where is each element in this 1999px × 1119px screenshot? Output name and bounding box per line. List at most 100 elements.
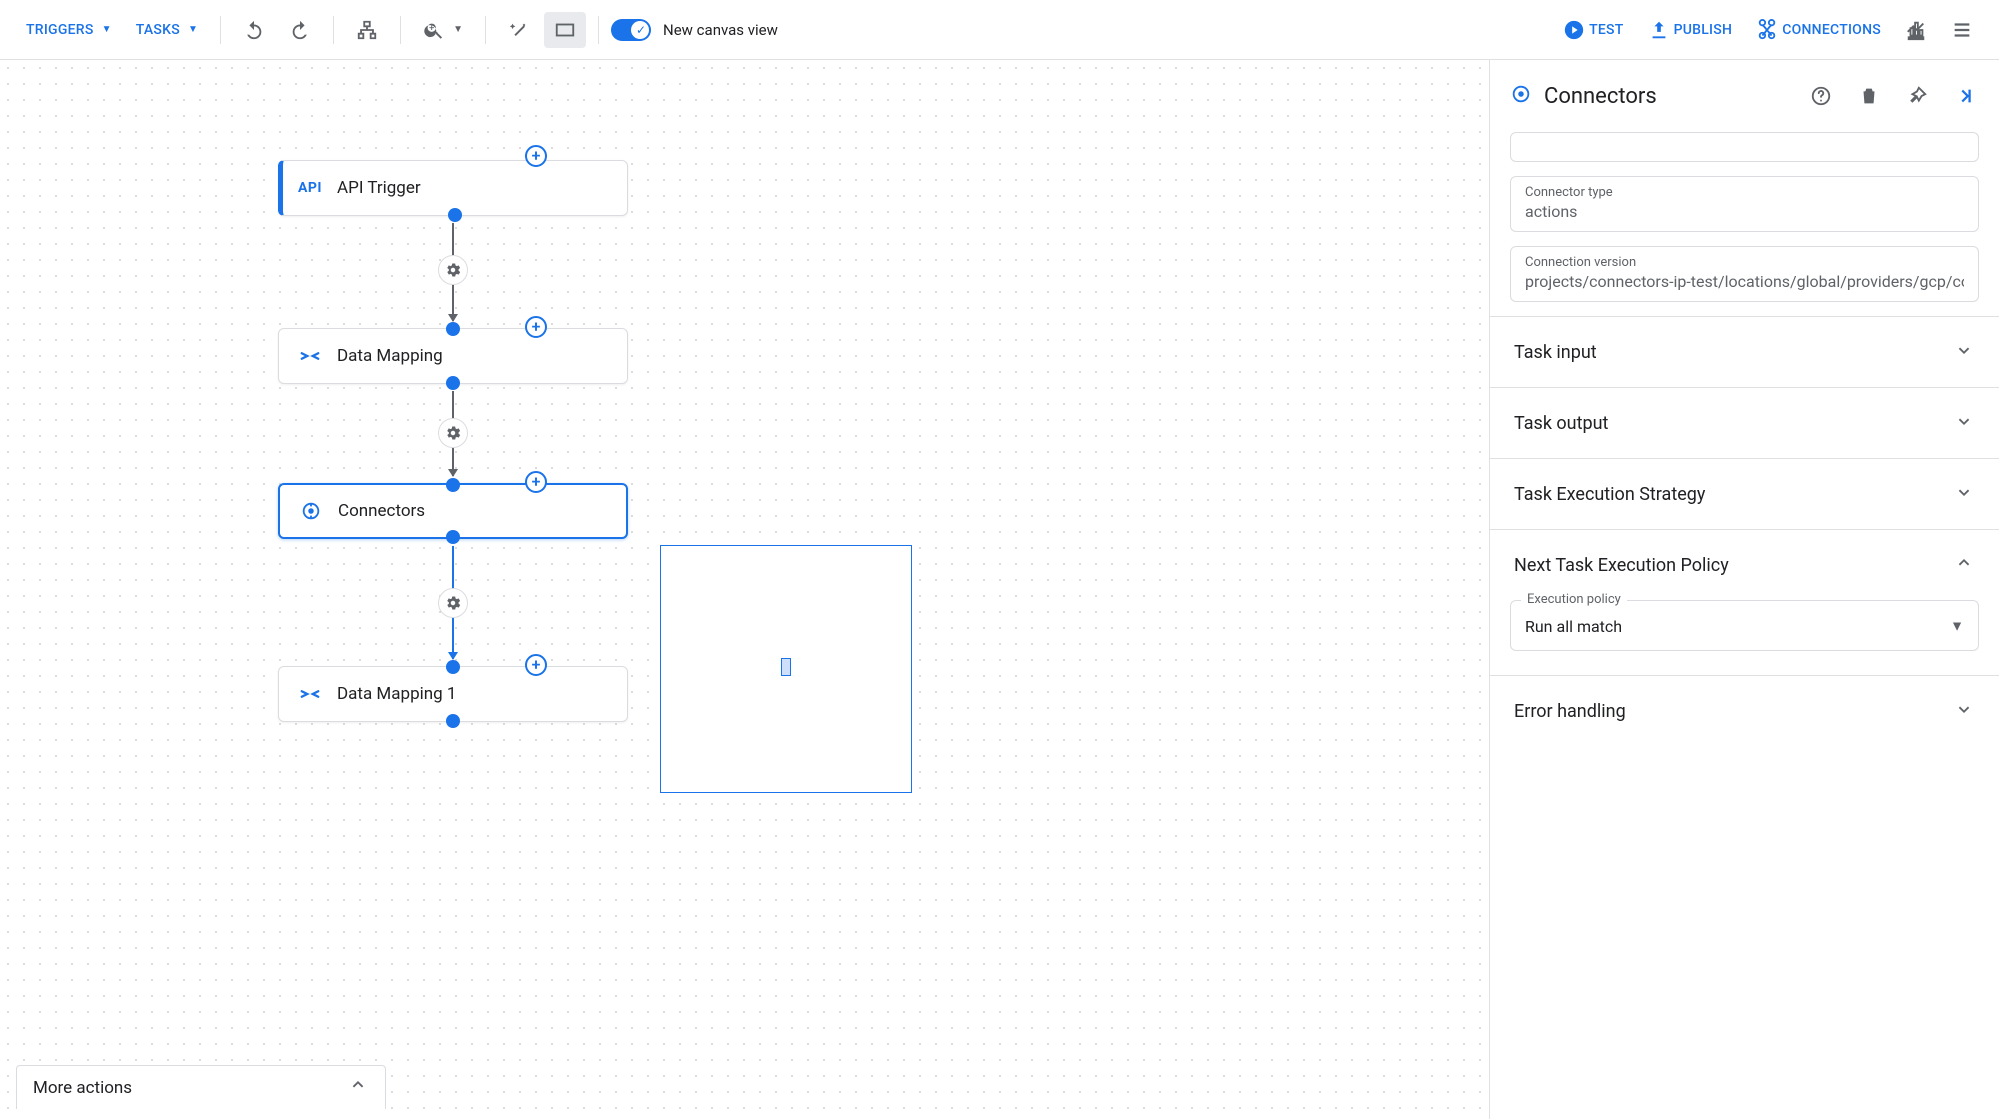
section-title: Error handling (1514, 701, 1626, 722)
section-task-exec-strategy[interactable]: Task Execution Strategy (1510, 459, 1979, 529)
node-label: Data Mapping 1 (337, 684, 456, 704)
field-value: projects/connectors-ip-test/locations/gl… (1525, 272, 1964, 291)
section-error-handling[interactable]: Error handling (1510, 676, 1979, 746)
connector-icon (296, 500, 326, 522)
node-connectors[interactable]: Connectors (278, 483, 628, 539)
play-circle-icon (1563, 19, 1585, 41)
add-node-button[interactable]: + (525, 145, 547, 167)
separator (485, 16, 486, 44)
redo-button[interactable] (279, 12, 321, 48)
test-button[interactable]: TEST (1553, 12, 1633, 48)
port-in[interactable] (446, 660, 460, 674)
mapping-icon (295, 683, 325, 705)
section-task-input[interactable]: Task input (1510, 317, 1979, 387)
check-icon: ✓ (636, 23, 646, 37)
connections-icon (1756, 19, 1778, 41)
chevron-down-icon (1953, 410, 1975, 436)
gear-icon (444, 594, 462, 612)
redo-icon (289, 19, 311, 41)
edge-settings-button[interactable] (438, 418, 468, 448)
test-label: TEST (1589, 22, 1623, 38)
connections-button[interactable]: CONNECTIONS (1746, 12, 1891, 48)
port-out[interactable] (446, 376, 460, 390)
edge-settings-button[interactable] (438, 588, 468, 618)
node-data-mapping-1[interactable]: Data Mapping 1 (278, 666, 628, 722)
canvas[interactable]: API API Trigger + Data Mapping + (0, 60, 1489, 1119)
menu-button[interactable] (1941, 12, 1983, 48)
undo-icon (243, 19, 265, 41)
analytics-button[interactable] (1895, 12, 1937, 48)
new-canvas-label: New canvas view (663, 21, 778, 39)
triggers-dropdown[interactable]: TRIGGERS ▼ (16, 12, 122, 48)
undo-button[interactable] (233, 12, 275, 48)
side-panel-body: Connector type actions Connection versio… (1490, 132, 1999, 766)
new-canvas-toggle[interactable]: ✓ (611, 19, 651, 41)
connector-icon (1510, 83, 1532, 109)
section-title: Task output (1514, 413, 1608, 434)
port-out[interactable] (448, 208, 462, 222)
wand-icon (508, 19, 530, 41)
connection-version-field[interactable]: Connection version projects/connectors-i… (1510, 246, 1979, 302)
field-label: Connector type (1525, 185, 1964, 200)
minimap-viewport (781, 658, 791, 676)
separator (220, 16, 221, 44)
chart-icon (1905, 19, 1927, 41)
zoom-icon (423, 19, 445, 41)
toolbar: TRIGGERS ▼ TASKS ▼ ▼ ✓ New canvas view T… (0, 0, 1999, 60)
collapse-button[interactable] (1947, 78, 1983, 114)
publish-button[interactable]: PUBLISH (1638, 12, 1743, 48)
edge-settings-button[interactable] (438, 255, 468, 285)
tasks-label: TASKS (136, 22, 180, 38)
wand-button[interactable] (498, 12, 540, 48)
minimap[interactable] (660, 545, 912, 793)
field-value: Run all match (1525, 617, 1964, 636)
gear-icon (444, 261, 462, 279)
port-in[interactable] (446, 478, 460, 492)
zoom-dropdown[interactable]: ▼ (413, 12, 473, 48)
node-data-mapping[interactable]: Data Mapping (278, 328, 628, 384)
add-node-button[interactable]: + (525, 471, 547, 493)
chevron-up-icon (347, 1074, 369, 1101)
node-label: Data Mapping (337, 346, 443, 366)
side-panel-title: Connectors (1544, 84, 1791, 109)
mapping-icon (295, 345, 325, 367)
port-out[interactable] (446, 530, 460, 544)
separator (333, 16, 334, 44)
execution-policy-select[interactable]: Execution policy Run all match ▼ (1510, 600, 1979, 651)
more-actions-label: More actions (33, 1078, 132, 1098)
node-api-trigger[interactable]: API API Trigger (278, 160, 628, 216)
help-button[interactable] (1803, 78, 1839, 114)
connections-label: CONNECTIONS (1782, 22, 1881, 38)
layout-button[interactable] (346, 12, 388, 48)
gear-icon (444, 424, 462, 442)
section-next-task-policy[interactable]: Next Task Execution Policy (1510, 530, 1979, 600)
more-actions-bar[interactable]: More actions (16, 1065, 386, 1109)
field-label: Connection version (1525, 255, 1964, 270)
field-partial[interactable] (1510, 132, 1979, 162)
side-panel: Connectors Connector type actions Connec… (1489, 60, 1999, 1119)
add-node-button[interactable]: + (525, 316, 547, 338)
help-icon (1810, 85, 1832, 107)
separator (400, 16, 401, 44)
chevron-down-icon (1953, 339, 1975, 365)
section-task-output[interactable]: Task output (1510, 388, 1979, 458)
section-title: Next Task Execution Policy (1514, 555, 1729, 576)
trash-icon (1858, 85, 1880, 107)
main: API API Trigger + Data Mapping + (0, 60, 1999, 1119)
tasks-dropdown[interactable]: TASKS ▼ (126, 12, 208, 48)
node-label: API Trigger (337, 178, 421, 198)
connector-type-field[interactable]: Connector type actions (1510, 176, 1979, 232)
pin-icon (1906, 85, 1928, 107)
pin-button[interactable] (1899, 78, 1935, 114)
canvas-view-button[interactable] (544, 12, 586, 48)
field-label: Execution policy (1521, 592, 1627, 607)
port-in[interactable] (446, 322, 460, 336)
port-out[interactable] (446, 714, 460, 728)
chevron-down-icon: ▼ (188, 24, 198, 35)
field-value: actions (1525, 202, 1964, 221)
delete-button[interactable] (1851, 78, 1887, 114)
section-title: Task input (1514, 342, 1597, 363)
upload-icon (1648, 19, 1670, 41)
toolbar-right: TEST PUBLISH CONNECTIONS (1553, 12, 1983, 48)
add-node-button[interactable]: + (525, 654, 547, 676)
